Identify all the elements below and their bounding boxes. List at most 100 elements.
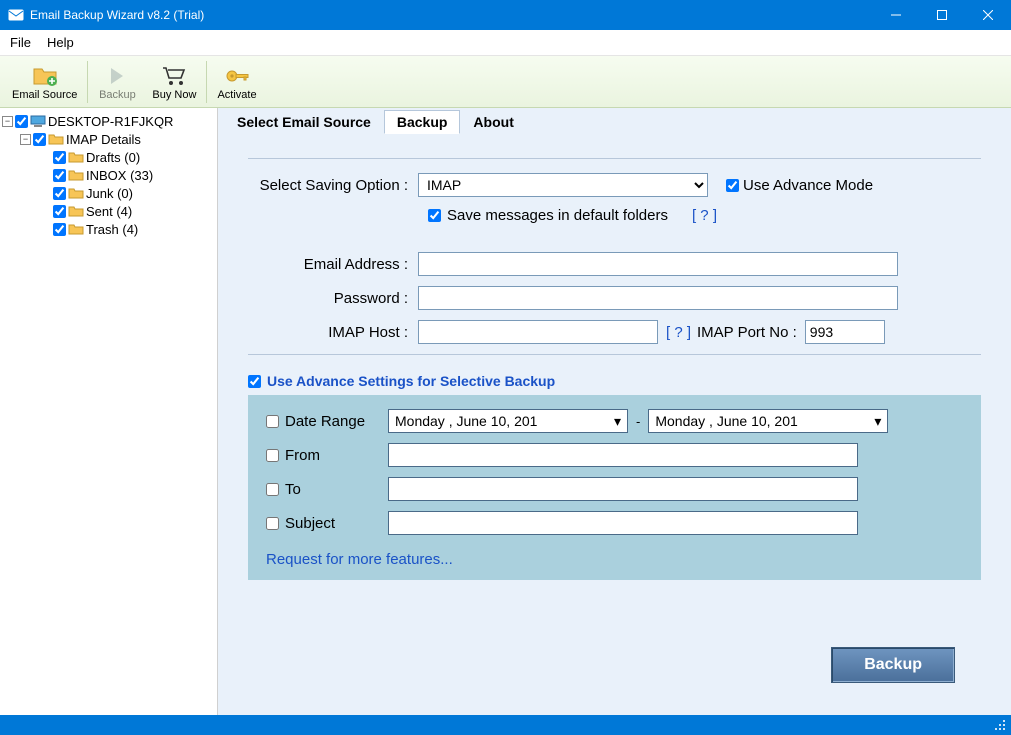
statusbar: [0, 715, 1011, 735]
main-area: − DESKTOP-R1FJKQR − IMAP Details: [0, 108, 1011, 715]
from-checkbox[interactable]: [266, 449, 279, 462]
divider: [248, 354, 981, 355]
menubar: File Help: [0, 30, 1011, 56]
advance-panel: Date Range Monday , June 10, 201 ▾ - Mon…: [248, 395, 981, 580]
saving-option-label: Select Saving Option :: [248, 177, 418, 194]
tree-folder-trash[interactable]: Trash (4): [38, 220, 215, 238]
folder-icon: [48, 132, 64, 146]
close-button[interactable]: [965, 0, 1011, 30]
tree-checkbox[interactable]: [53, 187, 66, 200]
tree-folder-drafts[interactable]: Drafts (0): [38, 148, 215, 166]
to-check[interactable]: To: [266, 481, 388, 498]
use-advance-mode-checkbox[interactable]: [726, 179, 739, 192]
date-range-check[interactable]: Date Range: [266, 413, 388, 430]
divider: [248, 158, 981, 159]
backup-tab-body: Select Saving Option : IMAP Use Advance …: [218, 134, 1011, 715]
folder-icon: [68, 204, 84, 218]
use-advance-mode-label: Use Advance Mode: [743, 177, 873, 194]
tree-imap-details[interactable]: − IMAP Details: [20, 130, 215, 148]
advance-settings-label: Use Advance Settings for Selective Backu…: [267, 373, 555, 389]
key-icon: [224, 63, 250, 89]
saving-option-select[interactable]: IMAP: [418, 173, 708, 197]
play-icon: [104, 63, 130, 89]
use-advance-mode-check[interactable]: Use Advance Mode: [726, 177, 873, 194]
toolbar-separator: [206, 61, 207, 103]
chevron-down-icon: ▾: [874, 413, 881, 430]
password-label: Password :: [248, 290, 418, 307]
tree-folder-junk[interactable]: Junk (0): [38, 184, 215, 202]
folder-icon: [68, 222, 84, 236]
collapse-icon[interactable]: −: [2, 116, 13, 127]
tree-label: DESKTOP-R1FJKQR: [48, 114, 173, 129]
host-help-link[interactable]: [ ? ]: [666, 324, 691, 341]
folder-icon: [68, 168, 84, 182]
request-features-link[interactable]: Request for more features...: [266, 551, 453, 568]
advance-settings-checkbox[interactable]: [248, 375, 261, 388]
backup-button[interactable]: Backup: [831, 647, 955, 683]
resize-grip-icon[interactable]: [993, 718, 1007, 732]
from-check[interactable]: From: [266, 447, 388, 464]
tree-root[interactable]: − DESKTOP-R1FJKQR: [2, 112, 215, 130]
menu-file[interactable]: File: [10, 35, 31, 50]
help-link[interactable]: [ ? ]: [692, 207, 717, 224]
backup-toolbar-button: Backup: [90, 61, 144, 103]
subject-checkbox[interactable]: [266, 517, 279, 530]
port-label: IMAP Port No :: [697, 324, 797, 341]
tab-select-email-source[interactable]: Select Email Source: [224, 110, 384, 134]
date-range-checkbox[interactable]: [266, 415, 279, 428]
tab-backup[interactable]: Backup: [384, 110, 461, 134]
subject-input[interactable]: [388, 511, 858, 535]
tab-strip: Select Email Source Backup About: [218, 108, 1011, 134]
maximize-button[interactable]: [919, 0, 965, 30]
toolbar-label: Activate: [217, 89, 256, 101]
tree-checkbox[interactable]: [53, 169, 66, 182]
activate-button[interactable]: Activate: [209, 61, 264, 103]
window-title: Email Backup Wizard v8.2 (Trial): [30, 8, 873, 22]
date-from-picker[interactable]: Monday , June 10, 201 ▾: [388, 409, 628, 433]
host-label: IMAP Host :: [248, 324, 418, 341]
email-input[interactable]: [418, 252, 898, 276]
email-label: Email Address :: [248, 256, 418, 273]
tab-about[interactable]: About: [460, 110, 526, 134]
app-icon: [8, 7, 24, 23]
toolbar-label: Buy Now: [152, 89, 196, 101]
tree-checkbox[interactable]: [33, 133, 46, 146]
tree-checkbox[interactable]: [53, 151, 66, 164]
save-default-label: Save messages in default folders: [447, 207, 668, 224]
buy-now-button[interactable]: Buy Now: [144, 61, 204, 103]
tree-label: Sent (4): [86, 204, 132, 219]
tree-checkbox[interactable]: [53, 205, 66, 218]
host-input[interactable]: [418, 320, 658, 344]
tree-label: Trash (4): [86, 222, 138, 237]
password-input[interactable]: [418, 286, 898, 310]
tree-checkbox[interactable]: [53, 223, 66, 236]
date-separator: -: [636, 414, 640, 429]
folder-add-icon: [32, 63, 58, 89]
email-source-button[interactable]: Email Source: [4, 61, 85, 103]
tree-folder-inbox[interactable]: INBOX (33): [38, 166, 215, 184]
advance-settings-header[interactable]: Use Advance Settings for Selective Backu…: [248, 373, 981, 389]
folder-icon: [68, 150, 84, 164]
menu-help[interactable]: Help: [47, 35, 74, 50]
date-to-picker[interactable]: Monday , June 10, 201 ▾: [648, 409, 888, 433]
folder-icon: [68, 186, 84, 200]
from-label: From: [285, 447, 320, 464]
to-checkbox[interactable]: [266, 483, 279, 496]
toolbar-separator: [87, 61, 88, 103]
save-default-checkbox[interactable]: [428, 209, 441, 222]
minimize-button[interactable]: [873, 0, 919, 30]
subject-label: Subject: [285, 515, 335, 532]
toolbar-label: Backup: [99, 89, 136, 101]
from-input[interactable]: [388, 443, 858, 467]
port-input[interactable]: [805, 320, 885, 344]
to-input[interactable]: [388, 477, 858, 501]
chevron-down-icon: ▾: [614, 413, 621, 430]
subject-check[interactable]: Subject: [266, 515, 388, 532]
tree-checkbox[interactable]: [15, 115, 28, 128]
titlebar: Email Backup Wizard v8.2 (Trial): [0, 0, 1011, 30]
tree-label: Drafts (0): [86, 150, 140, 165]
date-range-label: Date Range: [285, 413, 365, 430]
collapse-icon[interactable]: −: [20, 134, 31, 145]
tree-folder-sent[interactable]: Sent (4): [38, 202, 215, 220]
cart-icon: [161, 63, 187, 89]
